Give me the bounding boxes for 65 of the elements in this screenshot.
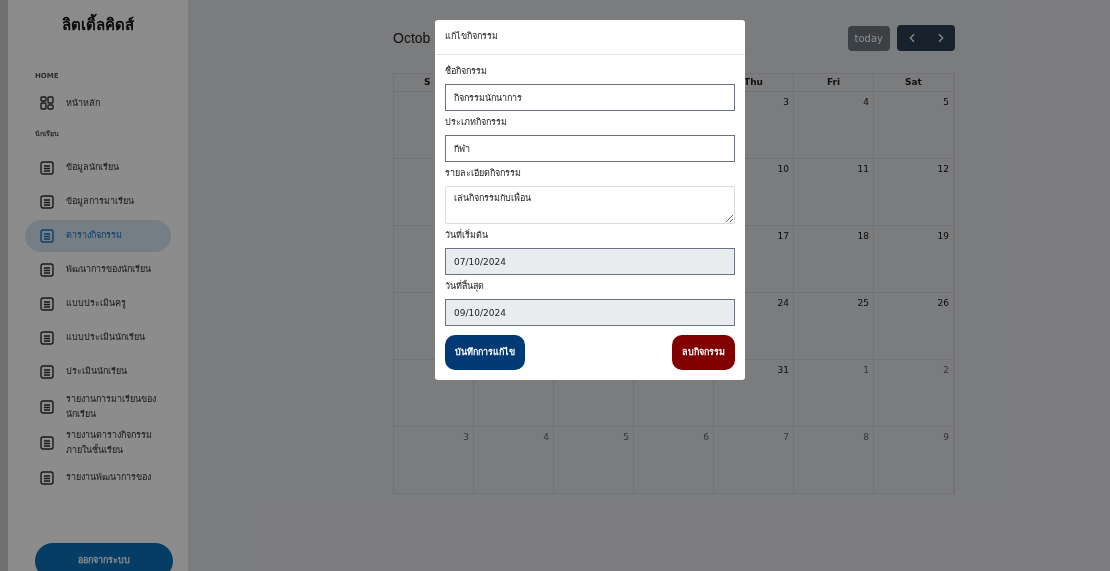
day-number[interactable]: 3: [463, 431, 469, 445]
grid-icon: [40, 96, 54, 110]
dialog-title: แก้ไขกิจกรรม: [435, 20, 745, 55]
field-label: รายละเอียดกิจกรรม: [445, 167, 522, 180]
sidebar-item[interactable]: หน้าหลัก: [25, 87, 171, 119]
document-icon: [40, 399, 54, 414]
sidebar-item[interactable]: ข้อมูลการมาเรียน: [25, 185, 171, 218]
delete-button[interactable]: ลบกิจกรรม: [672, 335, 735, 370]
document-icon: [40, 194, 54, 209]
text-field[interactable]: กีฬา: [445, 135, 735, 162]
weekday-heading: S: [424, 75, 431, 89]
day-number[interactable]: 4: [863, 96, 869, 110]
document-icon: [40, 262, 54, 277]
day-number[interactable]: 31: [777, 364, 789, 378]
document-icon: [40, 296, 54, 311]
document-icon: [40, 228, 54, 243]
sidebar-item[interactable]: ประเมินนักเรียน: [25, 355, 171, 388]
field-label: ประเภทกิจกรรม: [445, 116, 508, 129]
day-number[interactable]: 3: [783, 96, 789, 110]
field-label: วันที่สิ้นสุด: [445, 280, 485, 294]
date-field[interactable]: 07/10/2024: [445, 248, 735, 275]
today-button[interactable]: today: [847, 25, 890, 51]
date-field[interactable]: 09/10/2024: [445, 299, 735, 326]
sidebar-item[interactable]: พัฒนาการของนักเรียน: [25, 253, 171, 286]
sidebar-item[interactable]: รายงานการมาเรียนของนักเรียน: [25, 389, 171, 424]
month-title: Octob: [393, 28, 431, 48]
day-number[interactable]: 10: [777, 163, 789, 177]
day-number[interactable]: 26: [937, 297, 949, 311]
sidebar-item[interactable]: ข้อมูลนักเรียน: [25, 151, 171, 184]
sidebar-item[interactable]: ตารางกิจกรรม: [25, 219, 171, 252]
day-number[interactable]: 25: [857, 297, 869, 311]
document-icon: [40, 364, 54, 379]
details-field[interactable]: เล่นกิจกรรมกับเพื่อน: [445, 186, 735, 224]
document-icon: [40, 160, 54, 175]
day-number[interactable]: 9: [943, 431, 949, 445]
document-icon: [40, 330, 54, 345]
day-number[interactable]: 17: [777, 230, 789, 244]
sidebar-item[interactable]: รายงานพัฒนาการของ: [25, 461, 171, 494]
save-button[interactable]: บันทึกการแก้ไข: [445, 335, 525, 370]
weekday-heading: Fri: [826, 75, 841, 89]
text-field[interactable]: กิจกรรมนักนาการ: [445, 84, 735, 111]
day-number[interactable]: 24: [777, 297, 789, 311]
day-number[interactable]: 2: [943, 364, 949, 378]
weekday-heading: Thu: [744, 75, 763, 89]
document-icon: [40, 470, 54, 485]
sidebar-item[interactable]: แบบประเมินครู: [25, 287, 171, 320]
logout-button[interactable]: ออกจากระบบ: [35, 543, 173, 571]
brand-title: ลิตเติ้ลคิดส์: [25, 14, 171, 37]
day-number[interactable]: 5: [623, 431, 629, 445]
day-number[interactable]: 19: [937, 230, 949, 244]
day-number[interactable]: 18: [857, 230, 869, 244]
day-number[interactable]: 4: [543, 431, 549, 445]
field-label: วันที่เริ่มต้น: [445, 229, 489, 242]
day-number[interactable]: 7: [783, 431, 789, 445]
day-number[interactable]: 12: [937, 163, 949, 177]
document-icon: [40, 435, 54, 450]
day-number[interactable]: 6: [703, 431, 709, 445]
sidebar-item[interactable]: รายงานตารางกิจกรรมภายในชั้นเรียน: [25, 425, 171, 460]
day-number[interactable]: 5: [943, 96, 949, 110]
weekday-heading: Sat: [905, 75, 922, 89]
day-number[interactable]: 11: [857, 163, 869, 177]
field-label: ชื่อกิจกรรม: [445, 65, 488, 78]
day-number[interactable]: 1: [863, 364, 869, 378]
day-number[interactable]: 8: [863, 431, 869, 445]
sidebar-item[interactable]: แบบประเมินนักเรียน: [25, 321, 171, 354]
